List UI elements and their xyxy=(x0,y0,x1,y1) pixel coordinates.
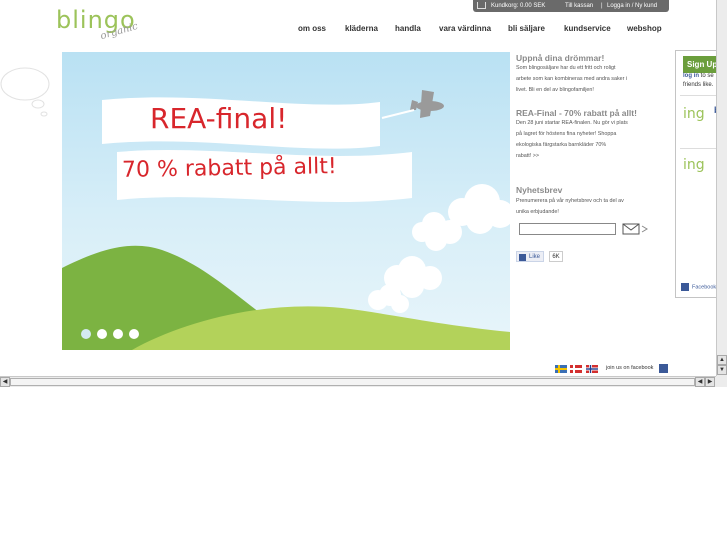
slide-dot-4[interactable] xyxy=(129,329,139,339)
cart-total[interactable]: Kundkorg: 0.00 SEK xyxy=(491,0,545,12)
decorative-cloud xyxy=(0,67,50,117)
horizontal-scrollbar[interactable]: ◀ ◀ ▶ xyxy=(0,376,716,387)
facebook-icon xyxy=(681,283,689,291)
cart-icon[interactable] xyxy=(477,2,486,9)
rea-heading[interactable]: REA-Final - 70% rabatt på allt! xyxy=(516,108,637,118)
nav-om-oss[interactable]: om oss xyxy=(298,24,326,33)
post-avatar-logo[interactable]: ing xyxy=(683,157,705,173)
hero-banner[interactable]: REA-final! 70 % rabatt på allt! xyxy=(62,52,510,350)
scroll-up-arrow-icon[interactable]: ▲ xyxy=(717,355,727,365)
scroll-left-arrow-icon[interactable]: ◀ xyxy=(0,377,10,387)
separator: | xyxy=(601,3,603,9)
newsletter-text: Prenumerera på vår nyhetsbrev och ta del… xyxy=(516,196,624,218)
rea-read-more-link[interactable]: rabatt! >> xyxy=(516,151,628,162)
slide-dot-1[interactable] xyxy=(81,329,91,339)
horizontal-scroll-thumb[interactable] xyxy=(10,378,695,386)
nav-kladerna[interactable]: kläderna xyxy=(345,24,378,33)
envelope-submit-icon[interactable] xyxy=(622,222,650,236)
join-facebook-link[interactable]: join us on facebook xyxy=(606,365,653,371)
login-line: log in to se xyxy=(683,73,714,79)
swedish-flag-icon[interactable] xyxy=(555,365,567,373)
dream-heading[interactable]: Uppnå dina drömmar! xyxy=(516,53,604,63)
hero-headline: REA-final! xyxy=(150,102,288,135)
facebook-icon xyxy=(519,254,526,261)
nav-vara-vardinna[interactable]: vara värdinna xyxy=(439,24,491,33)
danish-flag-icon[interactable] xyxy=(570,365,582,373)
hero-subheadline: 70 % rabatt på allt! xyxy=(121,154,337,183)
slide-dot-2[interactable] xyxy=(97,329,107,339)
friends-like-text: friends like. xyxy=(683,82,714,88)
login-line-rest: to se xyxy=(699,73,714,79)
text-line: Prenumerera på vår nyhetsbrev och ta del… xyxy=(516,198,624,204)
newsletter-email-input[interactable] xyxy=(519,223,616,235)
fb-login-link[interactable]: log in xyxy=(683,73,699,79)
login-link[interactable]: Logga in / Ny kund xyxy=(607,0,657,12)
text-line: Som blingosäljare har du ett fritt och r… xyxy=(516,65,616,71)
nav-webshop[interactable]: webshop xyxy=(627,24,662,33)
facebook-icon[interactable] xyxy=(659,364,668,373)
nav-bli-saljare[interactable]: bli säljare xyxy=(508,24,545,33)
scrollbar-corner xyxy=(716,376,727,387)
like-count: 6K xyxy=(549,251,563,262)
dream-text: Som blingosäljare har du ett fritt och r… xyxy=(516,63,627,96)
hero-illustration xyxy=(62,90,510,350)
facebook-footer-label: Facebook xyxy=(692,284,717,291)
scroll-left-arrow-icon[interactable]: ◀ xyxy=(695,377,705,387)
norwegian-flag-icon[interactable] xyxy=(586,365,598,373)
like-label: Like xyxy=(529,254,541,260)
blingo-logo[interactable]: blingo organic xyxy=(56,6,156,46)
newsletter-heading: Nyhetsbrev xyxy=(516,185,563,195)
cart-bar: Kundkorg: 0.00 SEK Till kassan | Logga i… xyxy=(473,0,669,12)
text-line: arbete som kan kombineras med andra sake… xyxy=(516,76,628,82)
checkout-link[interactable]: Till kassan xyxy=(565,0,593,12)
vertical-scrollbar[interactable]: ▲ ▼ xyxy=(716,0,727,376)
rea-text: Den 28 juni startar REA-finalen. Nu gör … xyxy=(516,118,628,162)
scroll-right-arrow-icon[interactable]: ▶ xyxy=(705,377,715,387)
scroll-down-arrow-icon[interactable]: ▼ xyxy=(717,365,727,375)
facebook-like-button[interactable]: Like xyxy=(516,251,544,262)
facebook-footer[interactable]: Facebook xyxy=(681,283,716,291)
text-line: Den 28 juni startar REA-finalen. Nu gör … xyxy=(516,120,628,126)
nav-handla[interactable]: handla xyxy=(395,24,421,33)
slide-dot-3[interactable] xyxy=(113,329,123,339)
text-line: unika erbjudande! xyxy=(516,209,559,215)
text-line: på lagret för höstens fina nyheter! Shop… xyxy=(516,131,617,137)
text-line: livet. Bli en del av blingofamiljen! xyxy=(516,87,594,93)
page-avatar-logo[interactable]: ing xyxy=(683,106,705,122)
text-line: ekologiska färgstarka barnkläder 70% xyxy=(516,142,607,148)
nav-kundservice[interactable]: kundservice xyxy=(564,24,611,33)
